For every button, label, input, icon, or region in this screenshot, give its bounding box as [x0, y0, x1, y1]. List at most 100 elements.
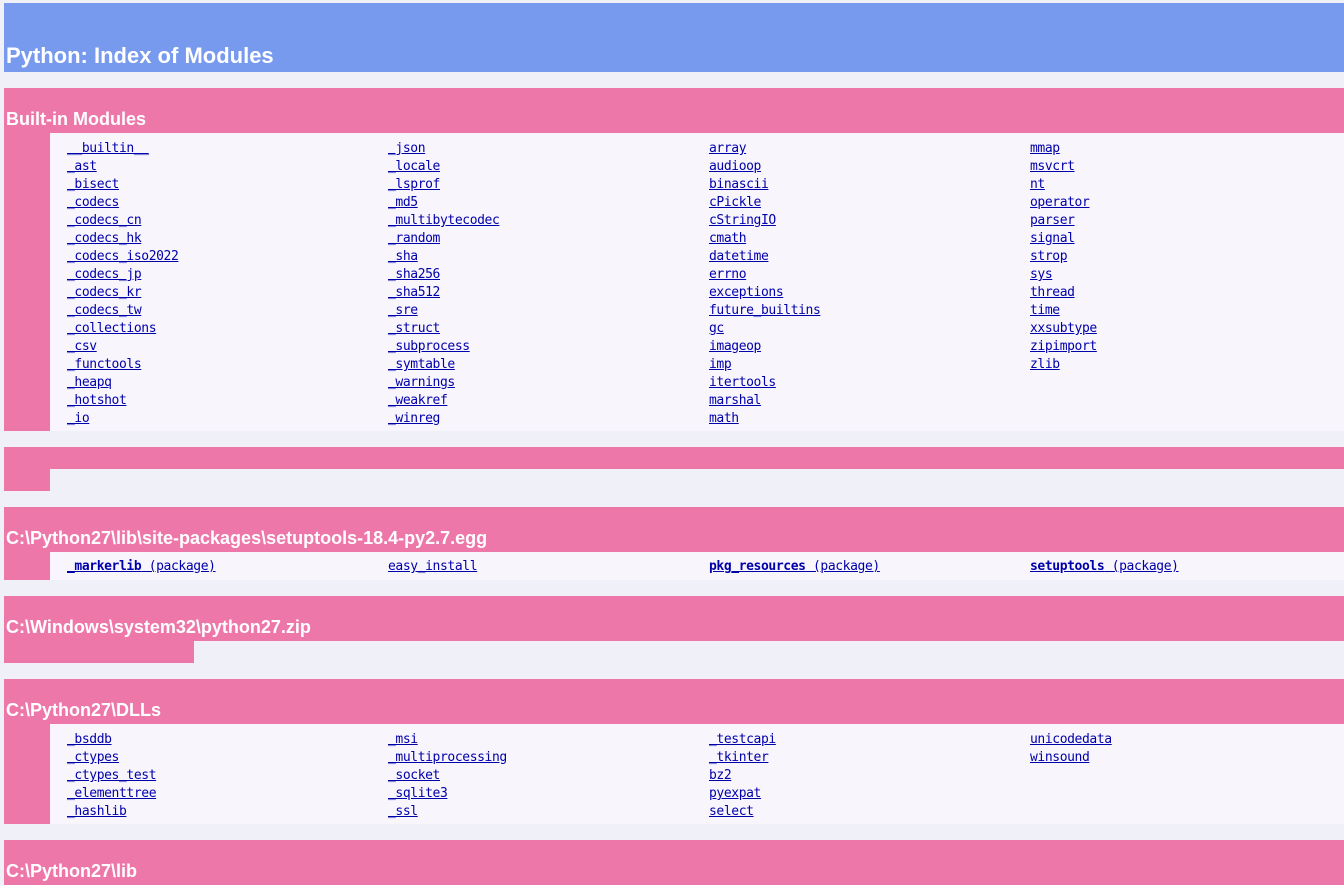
page-title-bar: Python: Index of Modules: [4, 3, 1344, 72]
module-link[interactable]: cPickle: [709, 194, 820, 212]
module-link[interactable]: _codecs: [67, 194, 178, 212]
module-link[interactable]: _io: [67, 410, 178, 428]
module-link[interactable]: errno: [709, 266, 820, 284]
module-link[interactable]: winsound: [1030, 749, 1112, 767]
module-link[interactable]: easy_install: [388, 558, 478, 576]
module-link[interactable]: marshal: [709, 392, 820, 410]
module-link[interactable]: select: [709, 803, 776, 821]
setuptools-section-title: C:\Python27\lib\site-packages\setuptools…: [6, 528, 488, 548]
module-link[interactable]: _codecs_hk: [67, 230, 178, 248]
module-link[interactable]: _socket: [388, 767, 507, 785]
module-link[interactable]: future_builtins: [709, 302, 821, 320]
module-link[interactable]: pyexpat: [709, 785, 776, 803]
module-link[interactable]: _random: [388, 230, 499, 248]
module-link[interactable]: imp: [709, 356, 820, 374]
module-link[interactable]: parser: [1030, 212, 1097, 230]
module-link[interactable]: _sha256: [388, 266, 499, 284]
module-link[interactable]: _ctypes_test: [67, 767, 157, 785]
module-link[interactable]: _collections: [67, 320, 178, 338]
module-link[interactable]: _bsddb: [67, 731, 156, 749]
module-name: pkg_resources: [709, 559, 806, 574]
setuptools-section-gutter: [4, 552, 50, 580]
module-link[interactable]: strop: [1030, 248, 1097, 266]
package-label: (package): [805, 559, 880, 574]
module-link[interactable]: zipimport: [1030, 338, 1097, 356]
module-link[interactable]: _tkinter: [709, 749, 776, 767]
module-column: _json _locale _lsprof _md5 _multibytecodec _r…: [388, 140, 500, 428]
module-link[interactable]: _struct: [388, 320, 499, 338]
module-link[interactable]: _sha: [388, 248, 499, 266]
module-link[interactable]: binascii: [709, 176, 820, 194]
module-name: _markerlib: [67, 559, 142, 574]
module-link[interactable]: imageop: [709, 338, 820, 356]
module-link[interactable]: _warnings: [388, 374, 499, 392]
module-link[interactable]: math: [709, 410, 820, 428]
module-link[interactable]: _markerlib (package): [67, 558, 216, 576]
module-link[interactable]: _bisect: [67, 176, 178, 194]
module-link[interactable]: __builtin__: [67, 140, 178, 158]
empty-section-gutter: [4, 469, 50, 491]
module-link[interactable]: mmap: [1030, 140, 1097, 158]
module-link[interactable]: cmath: [709, 230, 820, 248]
module-link[interactable]: _multibytecodec: [388, 212, 500, 230]
module-link[interactable]: operator: [1030, 194, 1097, 212]
module-link[interactable]: _csv: [67, 338, 178, 356]
module-link[interactable]: _elementtree: [67, 785, 157, 803]
module-link[interactable]: datetime: [709, 248, 820, 266]
dlls-section-title: C:\Python27\DLLs: [6, 700, 162, 720]
module-link[interactable]: _multiprocessing: [388, 749, 507, 767]
module-link[interactable]: _symtable: [388, 356, 499, 374]
module-link[interactable]: _msi: [388, 731, 507, 749]
module-link[interactable]: unicodedata: [1030, 731, 1112, 749]
module-link[interactable]: sys: [1030, 266, 1097, 284]
module-link[interactable]: time: [1030, 302, 1097, 320]
module-link[interactable]: _json: [388, 140, 499, 158]
module-link[interactable]: _ast: [67, 158, 178, 176]
module-link[interactable]: xxsubtype: [1030, 320, 1097, 338]
module-link[interactable]: _ssl: [388, 803, 507, 821]
module-link[interactable]: exceptions: [709, 284, 820, 302]
module-link[interactable]: _sre: [388, 302, 499, 320]
module-link[interactable]: _md5: [388, 194, 499, 212]
module-link[interactable]: audioop: [709, 158, 820, 176]
module-link[interactable]: _heapq: [67, 374, 178, 392]
module-link[interactable]: _codecs_iso2022: [67, 248, 179, 266]
dlls-module-list: _bsddb _ctypes _ctypes_test _elementtree _ha…: [50, 724, 1344, 824]
module-link[interactable]: zlib: [1030, 356, 1097, 374]
module-link[interactable]: _weakref: [388, 392, 499, 410]
module-link[interactable]: _hashlib: [67, 803, 156, 821]
module-link[interactable]: _functools: [67, 356, 178, 374]
lib-section-title: C:\Python27\lib: [6, 861, 138, 881]
module-link[interactable]: bz2: [709, 767, 776, 785]
module-link[interactable]: _testcapi: [709, 731, 776, 749]
module-link[interactable]: signal: [1030, 230, 1097, 248]
module-name: setuptools: [1030, 559, 1105, 574]
module-column: _msi _multiprocessing _socket _sqlite3 _ssl: [388, 731, 507, 821]
module-link[interactable]: _lsprof: [388, 176, 499, 194]
module-link[interactable]: _hotshot: [67, 392, 178, 410]
module-link[interactable]: _winreg: [388, 410, 499, 428]
module-link[interactable]: _ctypes: [67, 749, 156, 767]
module-link[interactable]: pkg_resources (package): [709, 558, 880, 576]
package-label: (package): [1104, 559, 1179, 574]
module-link[interactable]: itertools: [709, 374, 820, 392]
module-column: pkg_resources (package): [709, 558, 880, 576]
module-link[interactable]: cStringIO: [709, 212, 820, 230]
module-column: mmap msvcrt nt operator parser signal strop sys…: [1030, 140, 1097, 374]
module-link[interactable]: _locale: [388, 158, 499, 176]
module-link[interactable]: _sha512: [388, 284, 499, 302]
module-link[interactable]: array: [709, 140, 820, 158]
module-link[interactable]: _codecs_jp: [67, 266, 178, 284]
module-link[interactable]: _subprocess: [388, 338, 499, 356]
page-title: Python: Index of Modules: [6, 43, 274, 68]
module-link[interactable]: _codecs_cn: [67, 212, 178, 230]
module-link[interactable]: thread: [1030, 284, 1097, 302]
module-column: __builtin__ _ast _bisect _codecs _codecs_cn _…: [67, 140, 179, 428]
module-link[interactable]: nt: [1030, 176, 1097, 194]
module-link[interactable]: setuptools (package): [1030, 558, 1179, 576]
module-link[interactable]: gc: [709, 320, 820, 338]
module-link[interactable]: _codecs_kr: [67, 284, 178, 302]
module-link[interactable]: _sqlite3: [388, 785, 507, 803]
module-link[interactable]: _codecs_tw: [67, 302, 178, 320]
module-link[interactable]: msvcrt: [1030, 158, 1097, 176]
